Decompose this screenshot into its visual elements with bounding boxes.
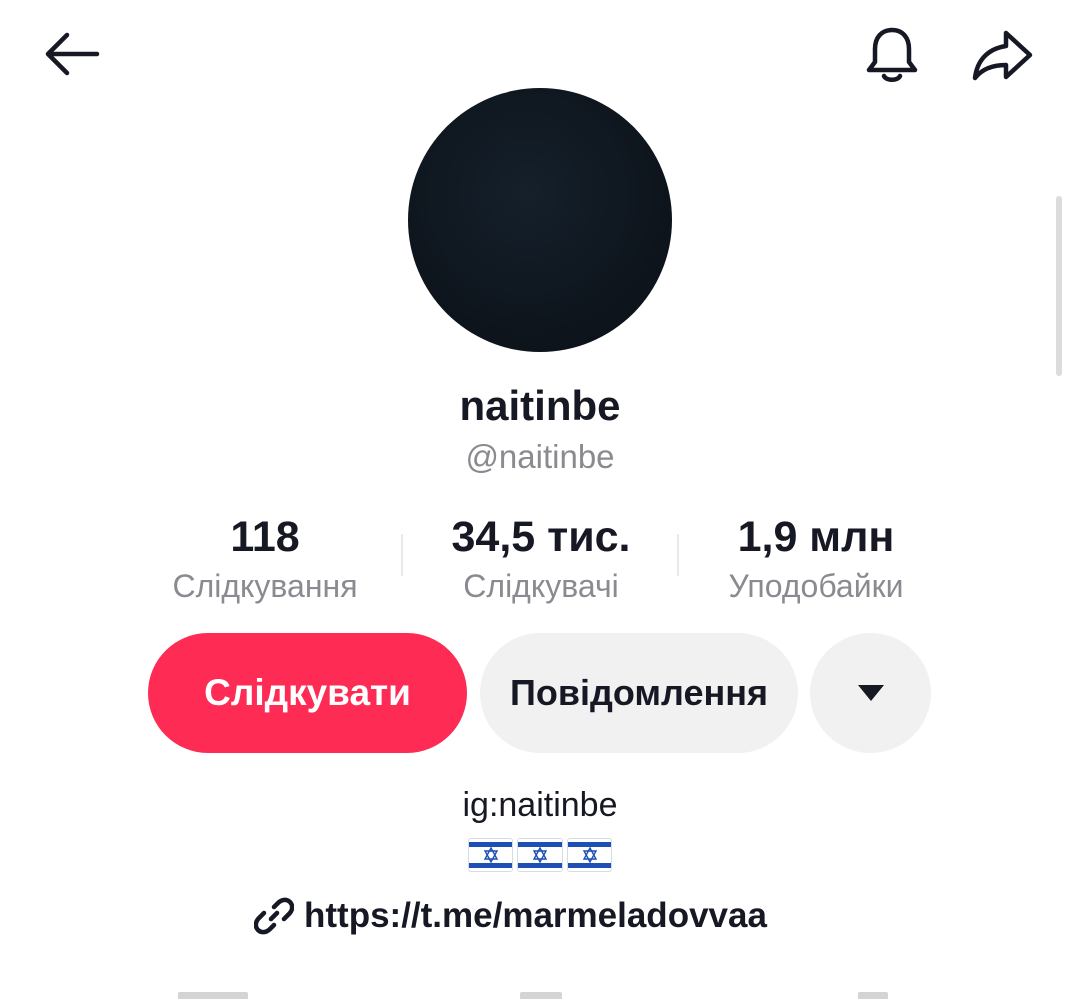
israel-flag-icon bbox=[566, 838, 612, 872]
link-icon bbox=[254, 897, 294, 935]
share-arrow-icon bbox=[972, 30, 1033, 81]
message-button[interactable]: Повідомлення bbox=[480, 633, 798, 753]
bell-icon bbox=[866, 27, 918, 82]
avatar[interactable] bbox=[408, 88, 672, 352]
followers-count: 34,5 тис. bbox=[451, 513, 631, 561]
stat-divider bbox=[677, 534, 679, 576]
followers-stat[interactable]: 34,5 тис. Слідкувачі bbox=[412, 512, 670, 608]
display-name: naitinbe bbox=[459, 382, 621, 429]
following-count: 118 bbox=[230, 513, 300, 561]
likes-label: Уподобайки bbox=[728, 568, 904, 604]
followers-label: Слідкувачі bbox=[463, 568, 619, 604]
following-stat[interactable]: 118 Слідкування bbox=[140, 512, 390, 608]
following-label: Слідкування bbox=[172, 568, 358, 604]
follow-button[interactable]: Слідкувати bbox=[148, 633, 467, 753]
bio-text: ig:naitinbe bbox=[462, 786, 618, 824]
share-button[interactable] bbox=[966, 22, 1038, 88]
bio-link-text: https://t.me/marmeladovvaa bbox=[304, 896, 767, 935]
bio-link[interactable]: https://t.me/marmeladovvaa bbox=[254, 892, 767, 940]
arrow-left-icon bbox=[45, 32, 100, 76]
username-handle: @naitinbe bbox=[465, 438, 615, 475]
likes-count: 1,9 млн bbox=[737, 513, 895, 561]
reposts-tab-icon[interactable] bbox=[520, 992, 562, 999]
videos-tab-icon[interactable] bbox=[178, 992, 248, 999]
israel-flag-icon bbox=[517, 838, 563, 872]
liked-tab-icon[interactable] bbox=[858, 992, 888, 999]
stat-divider bbox=[401, 534, 403, 576]
caret-down-icon bbox=[857, 685, 884, 701]
scrollbar[interactable] bbox=[1056, 196, 1062, 376]
notifications-button[interactable] bbox=[860, 22, 924, 88]
israel-flag-icon bbox=[468, 838, 514, 872]
more-options-button[interactable] bbox=[810, 633, 931, 753]
likes-stat[interactable]: 1,9 млн Уподобайки bbox=[690, 512, 942, 608]
bio-flags bbox=[468, 838, 612, 876]
back-button[interactable] bbox=[36, 26, 106, 82]
